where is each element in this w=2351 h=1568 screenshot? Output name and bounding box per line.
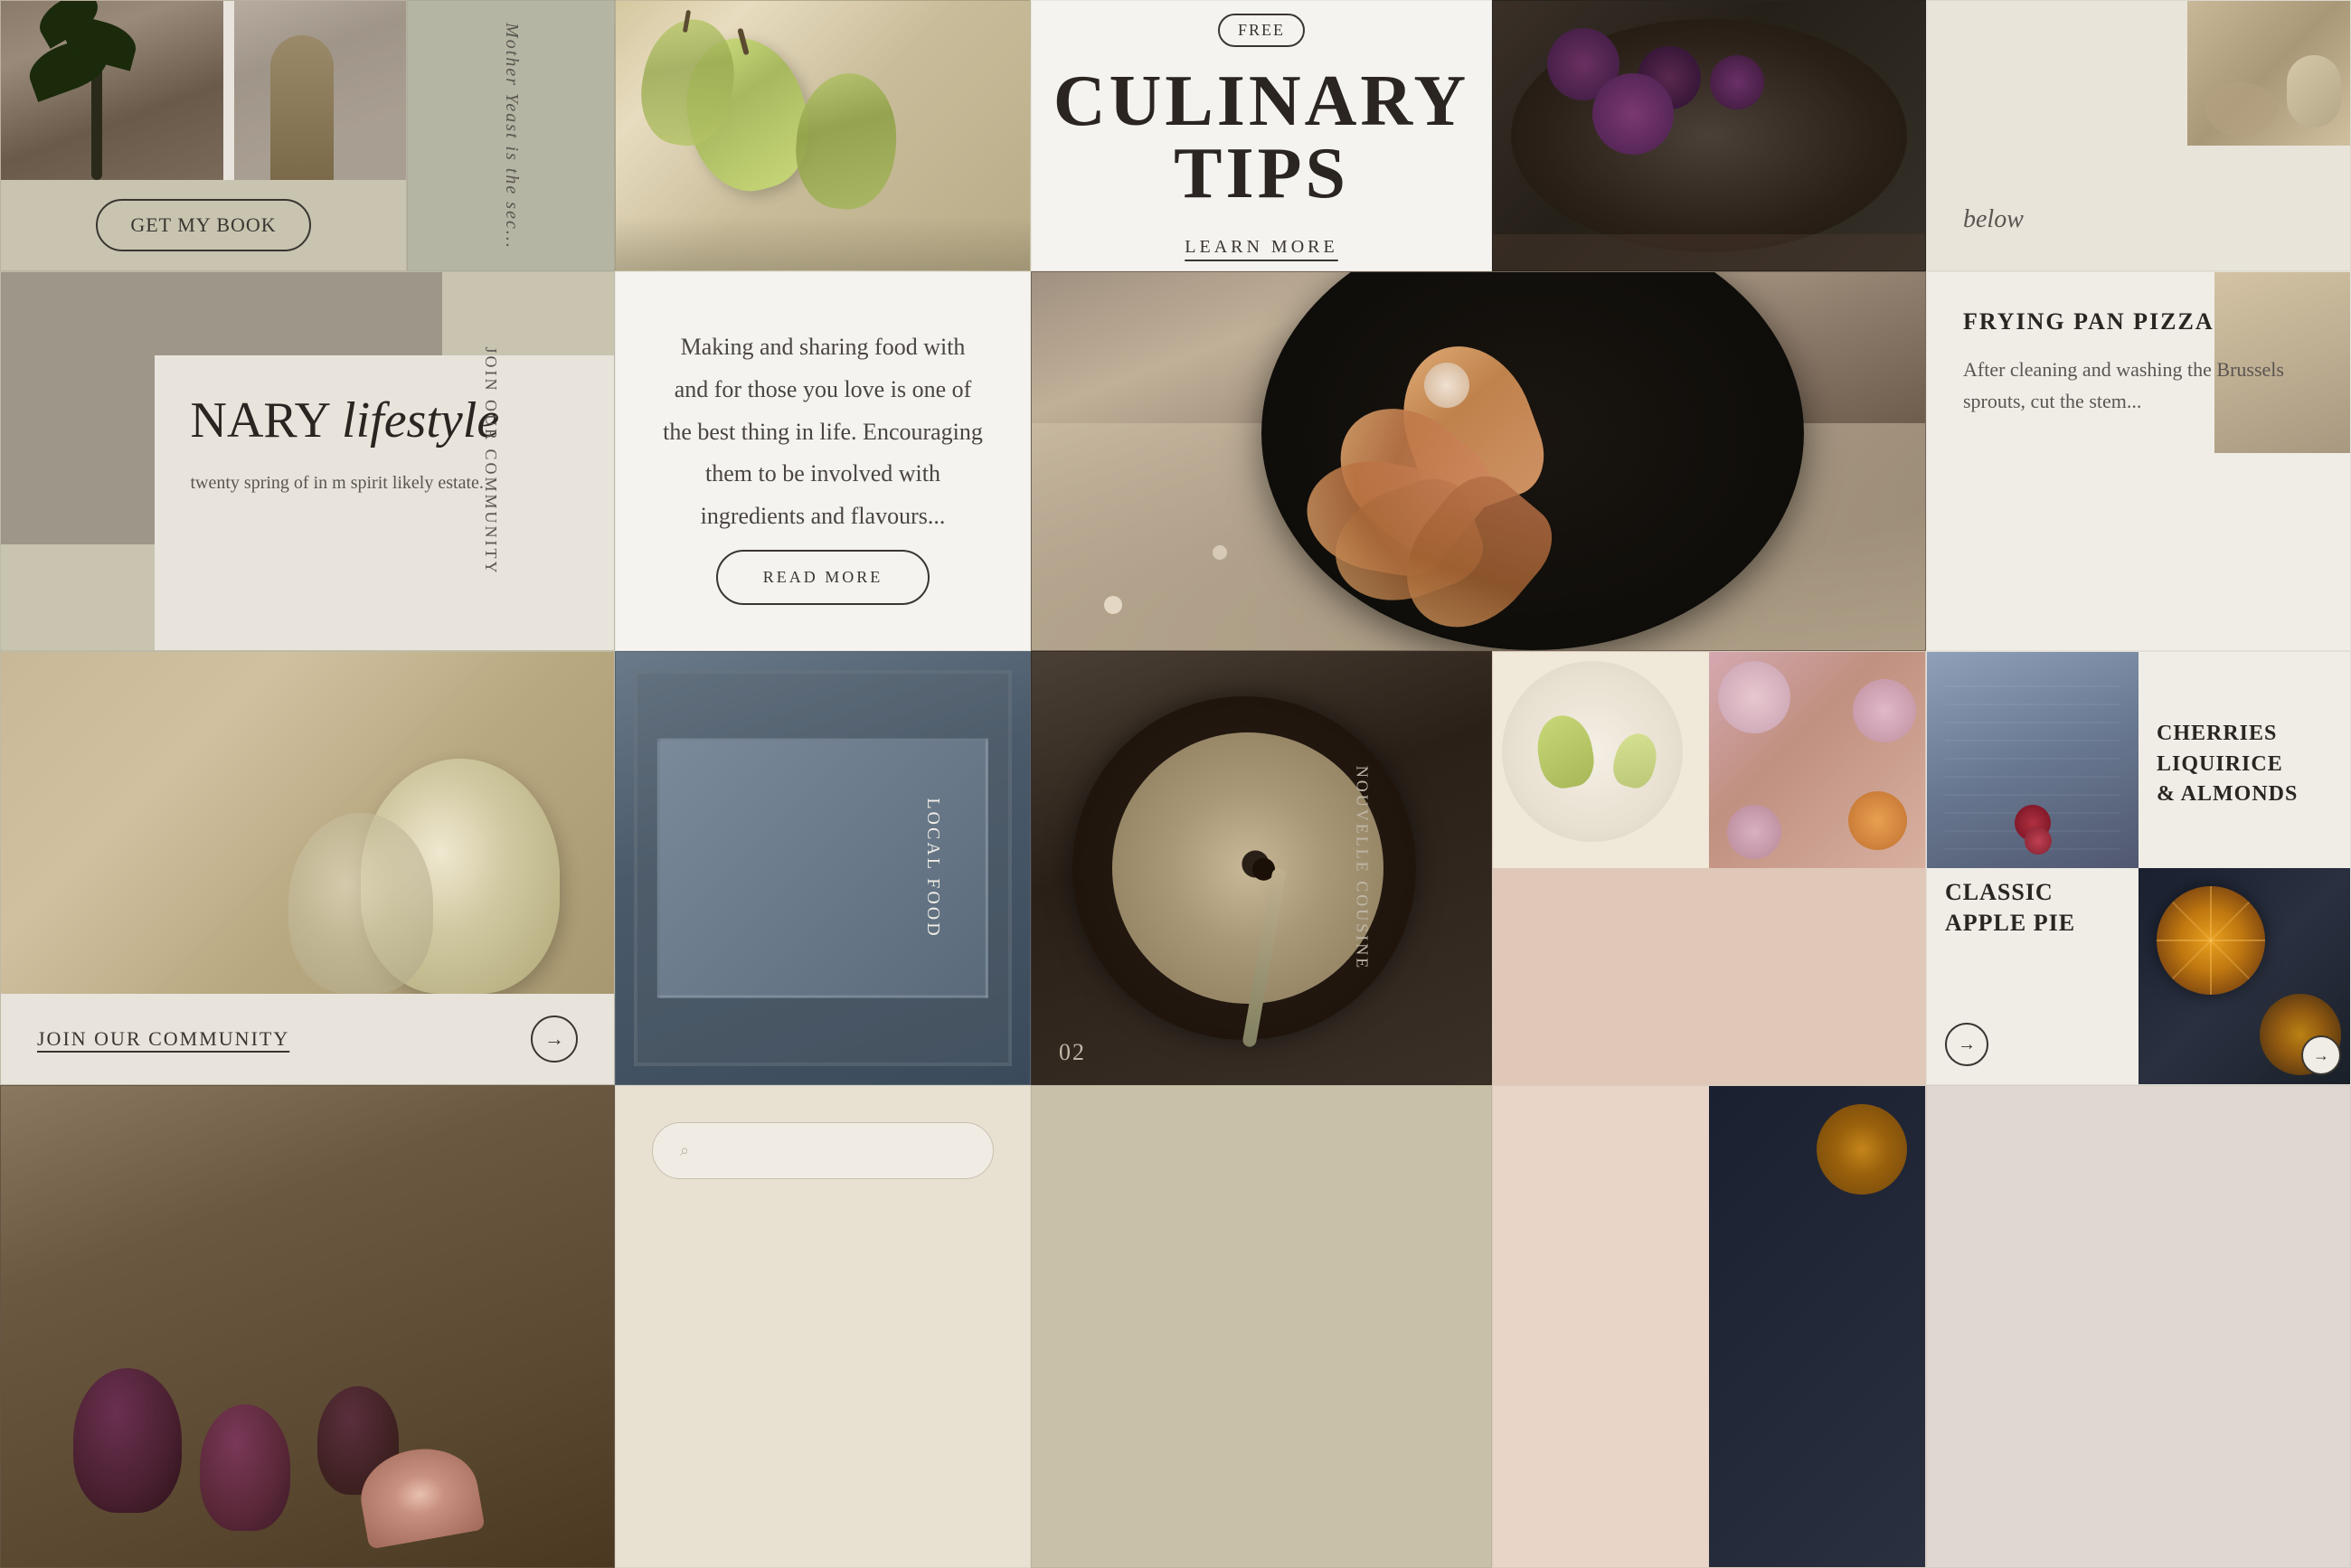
cell-apples-photo — [1031, 271, 1926, 651]
join-rotated-mid: JOIN OUR COMMUNITY — [481, 346, 500, 575]
cell-tan-bottom — [1031, 1085, 1492, 1568]
cell-below-text: below — [1926, 0, 2351, 271]
cell-frying-pan-pizza: FRYING PAN PIZZA After cleaning and wash… — [1926, 271, 2351, 651]
cherries-photo — [1927, 652, 2139, 868]
culinary-title: CULINARY TIPS — [1053, 65, 1469, 210]
learn-more-link[interactable]: LEARN MORE — [1185, 237, 1337, 258]
free-badge: FREE — [1218, 14, 1305, 47]
cell-article: Making and sharing food with and for tho… — [615, 271, 1031, 651]
read-more-button[interactable]: READ MORE — [716, 550, 930, 605]
page-number: 02 — [1059, 1039, 1086, 1066]
cell-light-bottom-right — [1926, 1085, 2351, 1568]
apple-pie-area: CLASSIC APPLE PIE → — [1927, 868, 2139, 1084]
cherries-text-area: CHERRIES LIQUIRICE & ALMONDS — [2139, 652, 2350, 868]
article-body: Making and sharing food with and for tho… — [661, 326, 985, 538]
cell-dark-food-photo — [1492, 0, 1926, 271]
get-book-button[interactable]: GET MY BOOK — [96, 199, 310, 251]
lifestyle-desc: twenty spring of in m spirit likely esta… — [191, 468, 579, 498]
join-community-label: JOIN OUR COMMUNITY — [37, 1027, 289, 1051]
cell-local-food: LOCAL FOOD — [615, 651, 1031, 1085]
cherries-title: CHERRIES LIQUIRICE & ALMONDS — [2157, 719, 2332, 810]
below-text: below — [1963, 205, 2314, 234]
cherry-dot-2 — [2025, 827, 2052, 855]
cell-cherries: CHERRIES LIQUIRICE & ALMONDS CLASSIC APP… — [1926, 651, 2351, 1085]
apple-pie-bottom-text — [1493, 1086, 1709, 1567]
cell-book: GET MY BOOK — [0, 0, 407, 271]
cell-peach-bottom: ⌕ — [615, 1085, 1031, 1568]
cell-pears-photo — [615, 0, 1031, 271]
cell-apple-pie-bottom — [1492, 1085, 1926, 1568]
local-food-label: LOCAL FOOD — [922, 798, 943, 938]
cell-rotated-text-top: Mother Yeast is the sec... — [407, 0, 615, 271]
nary-heading: NARY lifestyle — [191, 392, 579, 449]
frying-pan-desc: After cleaning and washing the Brussels … — [1963, 354, 2314, 417]
cell-join-community: JOIN OUR COMMUNITY → — [0, 651, 615, 1085]
cell-culinary-tips: FREE CULINARY TIPS LEARN MORE — [1031, 0, 1492, 271]
cell-lifestyle: NARY lifestyle twenty spring of in m spi… — [0, 271, 615, 651]
cell-figs-bottom — [0, 1085, 615, 1568]
cell-peach-rose — [1492, 651, 1926, 1085]
apple-pie-arrow-button[interactable]: → — [1945, 1023, 1988, 1066]
cell-nouvelle-cousine: NOUVELLE COUSINE 02 — [1031, 651, 1492, 1085]
cherries-arrow-button[interactable]: → — [2301, 1035, 2341, 1075]
nouvelle-cousine-label: NOUVELLE COUSINE — [1352, 766, 1371, 970]
search-input-suggestion[interactable]: ⌕ — [652, 1122, 994, 1179]
dark-photo-bottom — [1709, 1086, 1925, 1567]
frying-pan-title: FRYING PAN PIZZA — [1963, 308, 2314, 335]
apple-pie-title: CLASSIC APPLE PIE — [1945, 877, 2120, 939]
mother-yeast-text: Mother Yeast is the sec... — [501, 23, 522, 250]
join-community-arrow-button[interactable]: → — [531, 1015, 578, 1063]
